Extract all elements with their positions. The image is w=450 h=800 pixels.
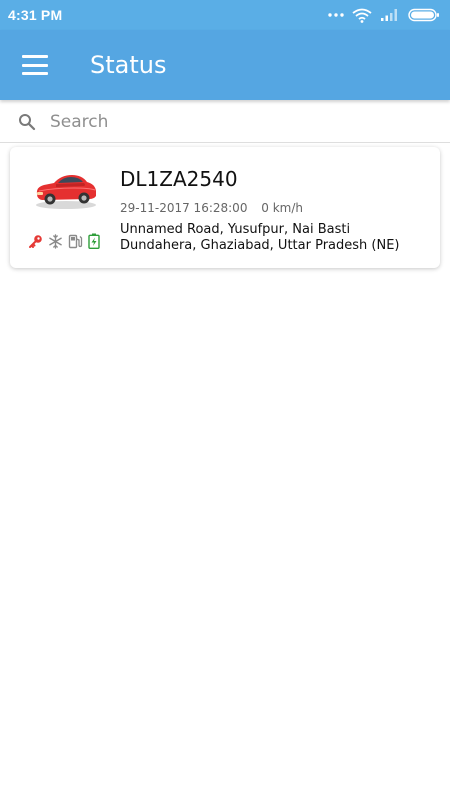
- wifi-icon: [352, 8, 372, 23]
- ignition-key-icon: [29, 234, 42, 248]
- status-time: 4:31 PM: [8, 7, 63, 23]
- status-icons: [328, 8, 440, 23]
- search-icon: [19, 113, 36, 130]
- fuel-pump-icon: [68, 234, 83, 248]
- app-bar: Status: [0, 30, 450, 100]
- vehicle-timestamp: 29-11-2017 16:28:00: [120, 201, 248, 215]
- more-dots-icon: [328, 13, 344, 17]
- vehicle-speed: 0 km/h: [261, 201, 304, 215]
- search-input[interactable]: [50, 111, 410, 132]
- vehicle-address: Unnamed Road, Yusufpur, Nai Basti Dundah…: [120, 222, 400, 253]
- page-title: Status: [90, 51, 167, 79]
- vehicle-status-icons: [28, 233, 100, 249]
- ac-snowflake-icon: [49, 233, 62, 249]
- status-bar: 4:31 PM: [0, 0, 450, 30]
- search-bar: [0, 101, 450, 143]
- vehicle-card[interactable]: DL1ZA2540 29-11-2017 16:28:00 0 km/h Unn…: [10, 147, 440, 268]
- hamburger-menu-icon[interactable]: [22, 55, 48, 75]
- car-icon: [36, 175, 96, 209]
- battery-charging-icon: [88, 233, 100, 249]
- vehicle-plate: DL1ZA2540: [120, 167, 238, 191]
- battery-icon: [408, 8, 439, 22]
- signal-icon: [381, 9, 397, 21]
- vehicle-meta: 29-11-2017 16:28:00 0 km/h: [120, 201, 303, 215]
